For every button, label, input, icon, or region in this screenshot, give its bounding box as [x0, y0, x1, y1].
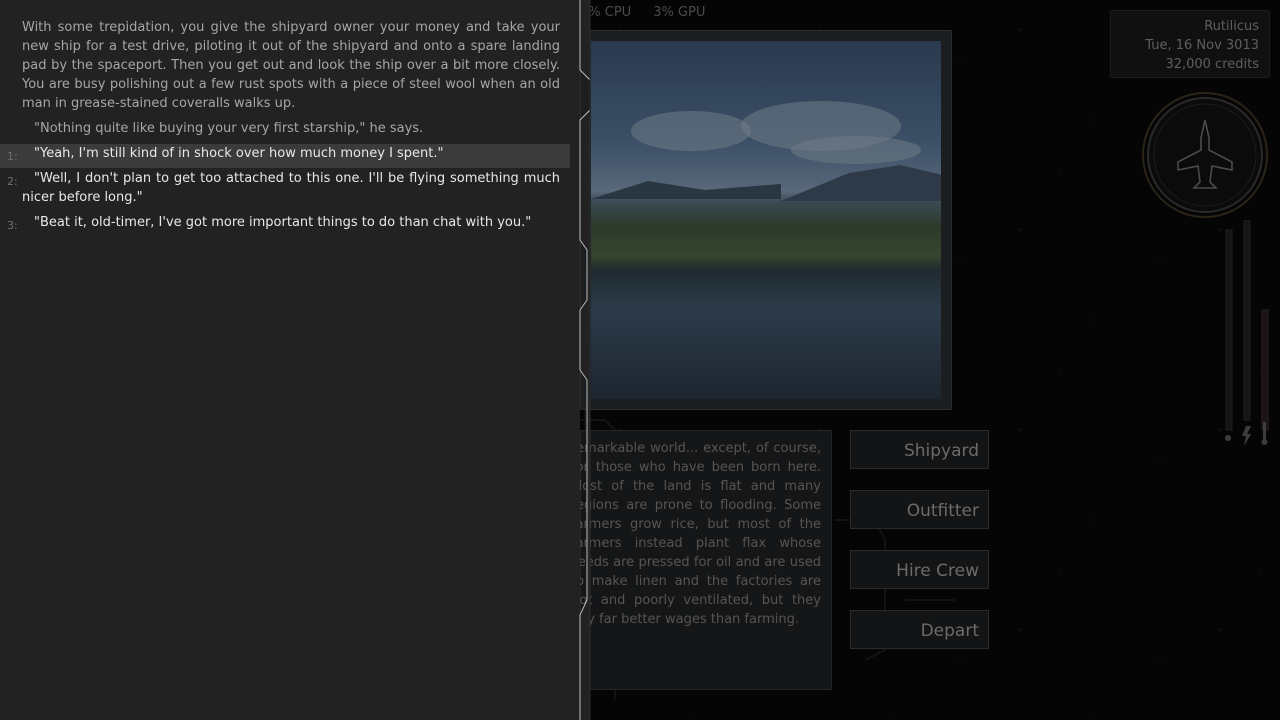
- depart-button[interactable]: Depart: [850, 610, 989, 649]
- planet-landscape-image: [591, 41, 941, 399]
- ship-status-radar: [1142, 92, 1268, 218]
- conversation-narration: With some trepidation, you give the ship…: [22, 20, 560, 111]
- outfitter-button[interactable]: Outfitter: [850, 490, 989, 529]
- planet-description-text: remarkable world... except, of course, f…: [571, 441, 821, 627]
- choice-text: "Yeah, I'm still kind of in shock over h…: [34, 146, 444, 161]
- planet-description-panel: remarkable world... except, of course, f…: [571, 430, 832, 690]
- gpu-usage: 3% GPU: [653, 5, 706, 20]
- conversation-choice-2[interactable]: 2: "Well, I don't plan to get too attach…: [0, 169, 570, 207]
- choice-text: "Beat it, old-timer, I've got more impor…: [34, 215, 532, 230]
- choice-number: 1:: [7, 150, 18, 163]
- choice-number: 2:: [7, 175, 18, 188]
- system-name: Rutilicus: [1204, 19, 1259, 34]
- conversation-choice-1[interactable]: 1: "Yeah, I'm still kind of in shock ove…: [0, 144, 570, 168]
- hire-crew-button[interactable]: Hire Crew: [850, 550, 989, 589]
- player-info-box: Rutilicus Tue, 16 Nov 3013 32,000 credit…: [1110, 10, 1270, 78]
- conversation-panel-edge: [579, 0, 591, 720]
- credits-balance: 32,000 credits: [1165, 57, 1259, 72]
- performance-stats: 0% CPU 3% GPU: [580, 5, 705, 20]
- lightning-icon: [1242, 426, 1251, 446]
- choice-text: "Well, I don't plan to get too attached …: [22, 171, 560, 205]
- conversation-choice-3[interactable]: 3: "Beat it, old-timer, I've got more im…: [0, 213, 570, 232]
- choice-number: 3:: [7, 219, 18, 232]
- radiation-icon: [1225, 435, 1231, 441]
- ship-gauges: [1225, 220, 1269, 446]
- planet-landscape-frame: [580, 30, 952, 410]
- shipyard-button[interactable]: Shipyard: [850, 430, 989, 469]
- conversation-panel: With some trepidation, you give the ship…: [0, 0, 580, 720]
- current-date: Tue, 16 Nov 3013: [1145, 38, 1259, 53]
- conversation-quote: "Nothing quite like buying your very fir…: [34, 121, 424, 136]
